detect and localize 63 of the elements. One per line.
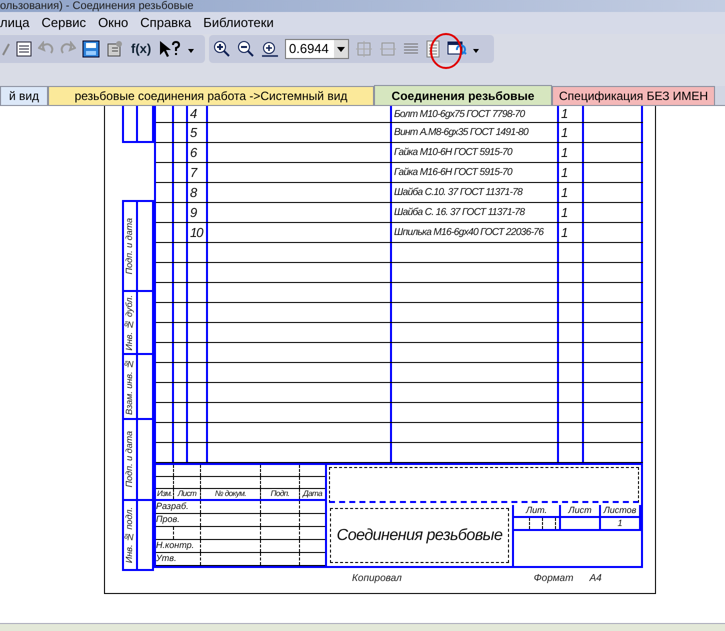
zoom-out-icon[interactable] bbox=[237, 40, 255, 58]
item-name: Болт М10-6gх75 ГОСТ 7798-70 bbox=[393, 108, 525, 122]
footer-label: Копировал bbox=[352, 572, 402, 586]
quantity: 1 bbox=[560, 106, 568, 124]
position-number: 6 bbox=[189, 144, 196, 162]
item-name: Винт А.М8-6gх35 ГОСТ 1491-80 bbox=[393, 126, 528, 140]
item-name: Шпилька М16-6gх40 ГОСТ 22036-76 bbox=[393, 226, 544, 240]
position-number: 9 bbox=[189, 204, 196, 222]
menu-item[interactable]: лица bbox=[0, 13, 30, 33]
menu-item[interactable]: Окно bbox=[98, 13, 128, 33]
formula-button[interactable]: f(x) bbox=[130, 39, 152, 59]
column-header: Лит. bbox=[526, 504, 548, 517]
tool-icon[interactable] bbox=[106, 40, 124, 58]
zoom-in-icon[interactable] bbox=[213, 40, 231, 58]
window-title: ользования) - Соединения резьбовые bbox=[0, 0, 194, 12]
column-header: № докум. bbox=[214, 488, 246, 500]
column-header: Лист bbox=[568, 504, 592, 517]
column-header: Лист bbox=[178, 488, 196, 500]
item-name: Шайба С.10. 37 ГОСТ 11371-78 bbox=[393, 186, 522, 200]
tab[interactable]: й вид bbox=[0, 86, 48, 105]
column-header: Дата bbox=[302, 488, 322, 500]
tab[interactable]: резьбовые соединения работа ->Системный вид bbox=[48, 86, 374, 105]
stamp-label: Подп. и дата bbox=[123, 218, 136, 274]
quantity: 1 bbox=[560, 204, 568, 222]
item-name: Гайка М16-6Н ГОСТ 5915-70 bbox=[393, 166, 512, 180]
position-number: 7 bbox=[189, 164, 196, 182]
sheet-count: 1 bbox=[617, 516, 622, 530]
tab[interactable]: Спецификация БЕЗ ИМЕН bbox=[552, 86, 716, 105]
help-cursor-icon[interactable] bbox=[158, 40, 182, 58]
footer-label: Формат bbox=[534, 572, 574, 586]
position-number: 8 bbox=[189, 184, 196, 202]
column-header: Листов bbox=[604, 504, 636, 517]
quantity: 1 bbox=[560, 144, 568, 162]
menu-item[interactable]: Справка bbox=[140, 13, 192, 33]
quantity: 1 bbox=[560, 124, 568, 142]
column-header: Подп. bbox=[270, 488, 290, 500]
drawing-title: Соединения резьбовые bbox=[336, 526, 502, 546]
position-number: 10 bbox=[189, 224, 202, 242]
stamp-label: Инв. № подл. bbox=[123, 506, 136, 564]
save-icon[interactable] bbox=[82, 40, 100, 58]
menu-item[interactable]: Библиотеки bbox=[203, 13, 274, 33]
row-label: Пров. bbox=[156, 513, 180, 526]
zoom-icon[interactable] bbox=[261, 40, 279, 58]
quantity: 1 bbox=[560, 184, 568, 202]
annotation-circle bbox=[428, 32, 464, 70]
stamp-label: Инв. № дубл. bbox=[123, 294, 136, 350]
position-number: 4 bbox=[189, 106, 196, 124]
position-number: 5 bbox=[189, 124, 196, 142]
stamp-label: Подп. и дата bbox=[123, 431, 136, 488]
column-header: Изм. bbox=[156, 488, 172, 500]
table-icon[interactable] bbox=[16, 41, 32, 57]
row-label: Разраб. bbox=[156, 500, 189, 514]
tab[interactable]: Соединения резьбовые bbox=[374, 85, 552, 105]
stamp-label: Взам. инв. № bbox=[123, 358, 136, 414]
row-label: Н.контр. bbox=[156, 539, 194, 552]
row-label: Утв. bbox=[156, 552, 176, 566]
item-name: Шайба С. 16. 37 ГОСТ 11371-78 bbox=[393, 206, 524, 220]
footer-label: А4 bbox=[589, 572, 602, 586]
zoom-field[interactable]: 0.6944 bbox=[285, 39, 349, 59]
menu-item[interactable]: Сервис bbox=[42, 13, 86, 33]
item-name: Гайка М10-6Н ГОСТ 5915-70 bbox=[393, 146, 512, 160]
quantity: 1 bbox=[560, 224, 568, 242]
quantity: 1 bbox=[560, 164, 568, 182]
